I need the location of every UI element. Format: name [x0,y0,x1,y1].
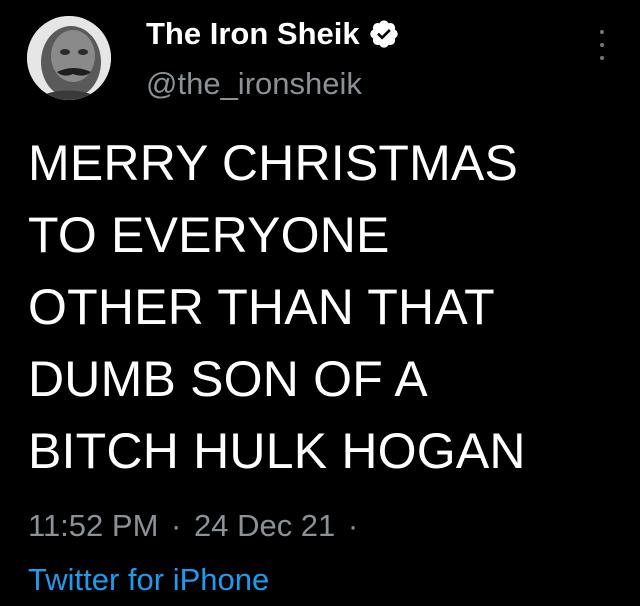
author-handle[interactable]: @the_ironsheik [146,66,362,102]
more-dot [600,56,604,60]
tweet-text: MERRY CHRISTMAS TO EVERYONE OTHER THAN T… [28,127,628,487]
tweet-metadata: 11:52 PM · 24 Dec 21 · [28,508,362,544]
tweet-text-line: MERRY CHRISTMAS [28,135,519,191]
avatar[interactable] [27,16,111,100]
more-dot [600,30,604,34]
tweet-text-line: DUMB SON OF A [28,351,428,407]
more-options-icon[interactable] [590,30,614,60]
avatar-portrait-icon [27,16,111,100]
tweet-card: The Iron Sheik @the_ironsheik MERRY CHRI… [0,0,640,606]
verified-badge-icon [368,18,400,50]
separator: · [347,508,359,543]
author-row: The Iron Sheik [146,14,400,54]
tweet-text-line: BITCH HULK HOGAN [28,423,526,479]
separator: · [171,508,182,543]
display-name[interactable]: The Iron Sheik [146,16,360,52]
more-dot [600,43,604,47]
tweet-date[interactable]: 24 Dec 21 [194,508,335,543]
tweet-text-line: TO EVERYONE [28,207,390,263]
tweet-time[interactable]: 11:52 PM [28,508,158,543]
tweet-source-link[interactable]: Twitter for iPhone [28,562,269,598]
tweet-text-line: OTHER THAN THAT [28,279,495,335]
